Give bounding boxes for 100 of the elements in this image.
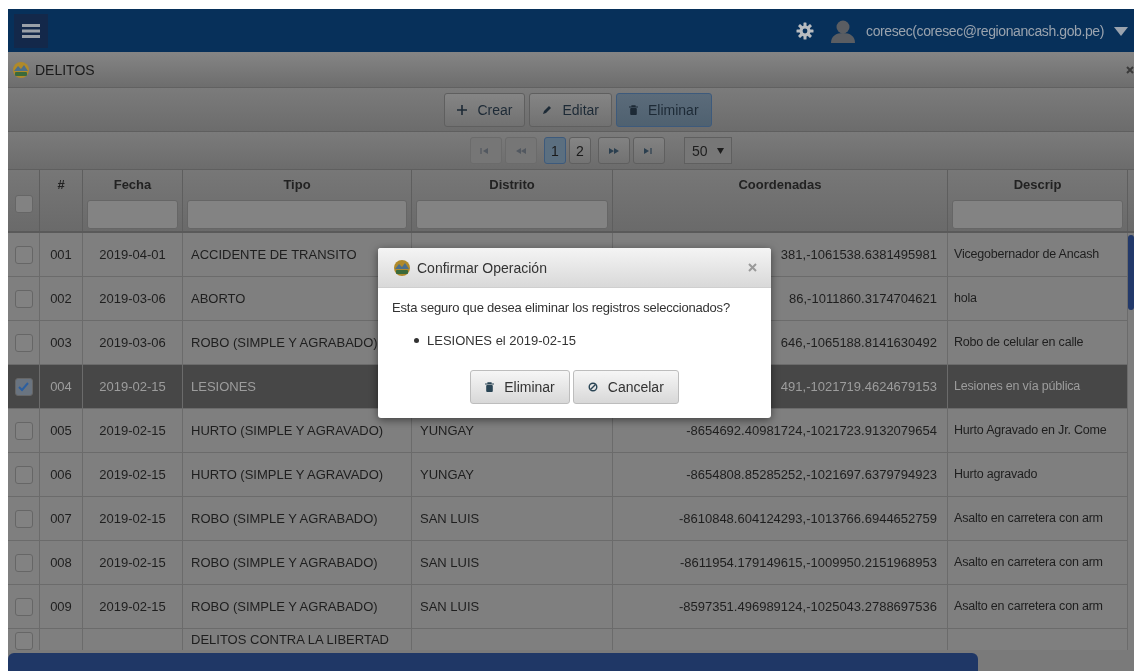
table-cell: ROBO (SIMPLE Y AGRABADO)	[191, 335, 378, 350]
row-checkbox[interactable]	[14, 465, 33, 484]
table-cell: 381,-1061538.6381495981	[780, 247, 937, 262]
select-all-checkbox[interactable]	[14, 194, 33, 213]
caret-icon[interactable]	[1114, 25, 1128, 36]
table-cell: ACCIDENTE DE TRANSITO	[191, 247, 357, 262]
table-row[interactable]: 007 2019-02-15 ROBO (SIMPLE Y AGRABADO) SAN LUIS -8610848.604124293,-1013766.6944652759 Asalto en carretera con arm	[8, 497, 1128, 541]
table-cell: ABORTO	[191, 291, 246, 306]
table-cell: Robo de celular en calle	[954, 335, 1084, 350]
column-header[interactable]: #	[57, 177, 65, 192]
row-checkbox[interactable]	[14, 333, 33, 352]
table-cell: 2019-04-01	[99, 247, 166, 262]
table-cell: -8597351.496989124,-1025043.2788697536	[678, 599, 937, 614]
row-checkbox[interactable]	[14, 421, 33, 440]
row-checkbox[interactable]	[14, 377, 33, 396]
toolbar-button[interactable]: Crear	[444, 92, 526, 127]
scrollbar-thumb[interactable]	[8, 653, 978, 671]
table-cell: 2019-02-15	[99, 379, 166, 394]
menu-icon	[22, 23, 40, 38]
row-checkbox[interactable]	[14, 289, 33, 308]
table-cell: ROBO (SIMPLE Y AGRABADO)	[191, 511, 378, 526]
table-row[interactable]: 006 2019-02-15 HURTO (SIMPLE Y AGRAVADO) YUNGAY -8654808.85285252,-1021697.6379794923 Hurto agravado	[8, 453, 1128, 497]
column-header[interactable]: Distrito	[489, 177, 535, 192]
table-cell: 2019-02-15	[99, 511, 166, 526]
close-icon[interactable]	[1126, 64, 1134, 75]
table-cell: 008	[50, 555, 72, 570]
pager-button[interactable]	[598, 137, 630, 164]
table-cell: YUNGAY	[420, 467, 474, 482]
trash-icon	[485, 382, 495, 392]
filter-field[interactable]	[87, 200, 178, 229]
table-cell: 003	[50, 335, 72, 350]
table-cell: Vicegobernador de Ancash	[954, 247, 1100, 262]
table-cell: 004	[50, 379, 72, 394]
scrollbar-thumb[interactable]	[1128, 235, 1134, 310]
table-cell: 2019-02-15	[99, 423, 166, 438]
panel-title: DELITOS	[35, 61, 95, 78]
table-cell: 2019-02-15	[99, 555, 166, 570]
filter-field[interactable]	[952, 200, 1123, 229]
table-cell: -8654692.40981724,-1021723.9132079654	[686, 423, 937, 438]
table-cell: 2019-03-06	[99, 335, 166, 350]
table-cell: 2019-02-15	[99, 467, 166, 482]
column-header[interactable]: Descrip	[1013, 177, 1062, 192]
table-cell: 86,-1011860.3174704621	[789, 291, 937, 306]
row-checkbox[interactable]	[14, 245, 33, 264]
table-cell: 009	[50, 599, 72, 614]
table-cell: Asalto en carretera con arm	[954, 511, 1103, 526]
page-button[interactable]: 2	[569, 137, 591, 164]
row-checkbox[interactable]	[14, 632, 33, 650]
table-cell: Hurto agravado	[954, 467, 1038, 482]
column-header[interactable]: Tipo	[283, 177, 311, 192]
menu-button[interactable]	[14, 13, 48, 48]
page-size-select[interactable]: 50	[684, 137, 732, 164]
row-checkbox[interactable]	[14, 553, 33, 572]
table-cell: 2019-03-06	[99, 291, 166, 306]
table-cell: 005	[50, 423, 72, 438]
dialog-title: Confirmar Operación	[417, 259, 547, 276]
table-cell: SAN LUIS	[420, 555, 480, 570]
page-button[interactable]: 1	[544, 137, 566, 164]
list-item: LESIONES el 2019-02-15	[427, 333, 576, 348]
table-row[interactable]: 008 2019-02-15 ROBO (SIMPLE Y AGRABADO) SAN LUIS -8611954.179149615,-1009950.2151968953 Asalto en carretera con arm	[8, 541, 1128, 585]
table-cell: HURTO (SIMPLE Y AGRAVADO)	[191, 467, 384, 482]
table-cell: 646,-1065188.8141630492	[780, 335, 937, 350]
filter-field[interactable]	[187, 200, 407, 229]
toolbar-button[interactable]: Eliminar	[616, 92, 712, 127]
table-cell: Lesiones en vía pública	[954, 379, 1081, 394]
table-cell: HURTO (SIMPLE Y AGRAVADO)	[191, 423, 384, 438]
table-cell: LESIONES	[191, 379, 257, 394]
filter-field[interactable]	[416, 200, 608, 229]
table-row[interactable]: 009 2019-02-15 ROBO (SIMPLE Y AGRABADO) SAN LUIS -8597351.496989124,-1025043.2788697536 Asalto en carretera con arm	[8, 585, 1128, 629]
pager-button[interactable]	[633, 137, 665, 164]
table-cell: hola	[954, 291, 977, 306]
caret-icon	[717, 147, 724, 154]
table-cell: Hurto Agravado en Jr. Come	[954, 423, 1107, 438]
dialog-button[interactable]: Cancelar	[572, 370, 679, 404]
bullet-icon	[414, 338, 419, 343]
column-header[interactable]: Coordenadas	[738, 177, 822, 192]
emblem-icon	[393, 258, 411, 277]
plus-icon	[457, 104, 468, 115]
table-cell: ROBO (SIMPLE Y AGRABADO)	[191, 555, 378, 570]
table-cell: 2019-02-15	[99, 599, 166, 614]
rewind-icon	[515, 145, 527, 156]
row-checkbox[interactable]	[14, 597, 33, 616]
toolbar-button[interactable]: Editar	[529, 92, 612, 127]
table-cell: -8654808.85285252,-1021697.6379794923	[686, 467, 937, 482]
table-cell: 491,-1021719.4624679153	[780, 379, 937, 394]
table-cell: Asalto en carretera con arm	[954, 555, 1103, 570]
column-header[interactable]: Fecha	[113, 177, 152, 192]
table-row[interactable]: 005 2019-02-15 HURTO (SIMPLE Y AGRAVADO) YUNGAY -8654692.40981724,-1021723.9132079654 Hurto Agravado en Jr. Come	[8, 409, 1128, 453]
table-cell: 002	[50, 291, 72, 306]
checkmark-icon	[18, 381, 29, 392]
table-cell: SAN LUIS	[420, 511, 480, 526]
dialog-button[interactable]: Eliminar	[470, 370, 570, 404]
table-cell: ROBO (SIMPLE Y AGRABADO)	[191, 599, 378, 614]
table-cell: -8611954.179149615,-1009950.2151968953	[679, 555, 937, 570]
user-menu[interactable]: coresec(coresec@regionancash.gob.pe)	[866, 22, 1104, 39]
pencil-icon	[542, 104, 553, 115]
close-icon[interactable]	[748, 263, 757, 272]
row-checkbox[interactable]	[14, 509, 33, 528]
table-cell: Asalto en carretera con arm	[954, 599, 1103, 614]
table-cell: 001	[50, 247, 72, 262]
